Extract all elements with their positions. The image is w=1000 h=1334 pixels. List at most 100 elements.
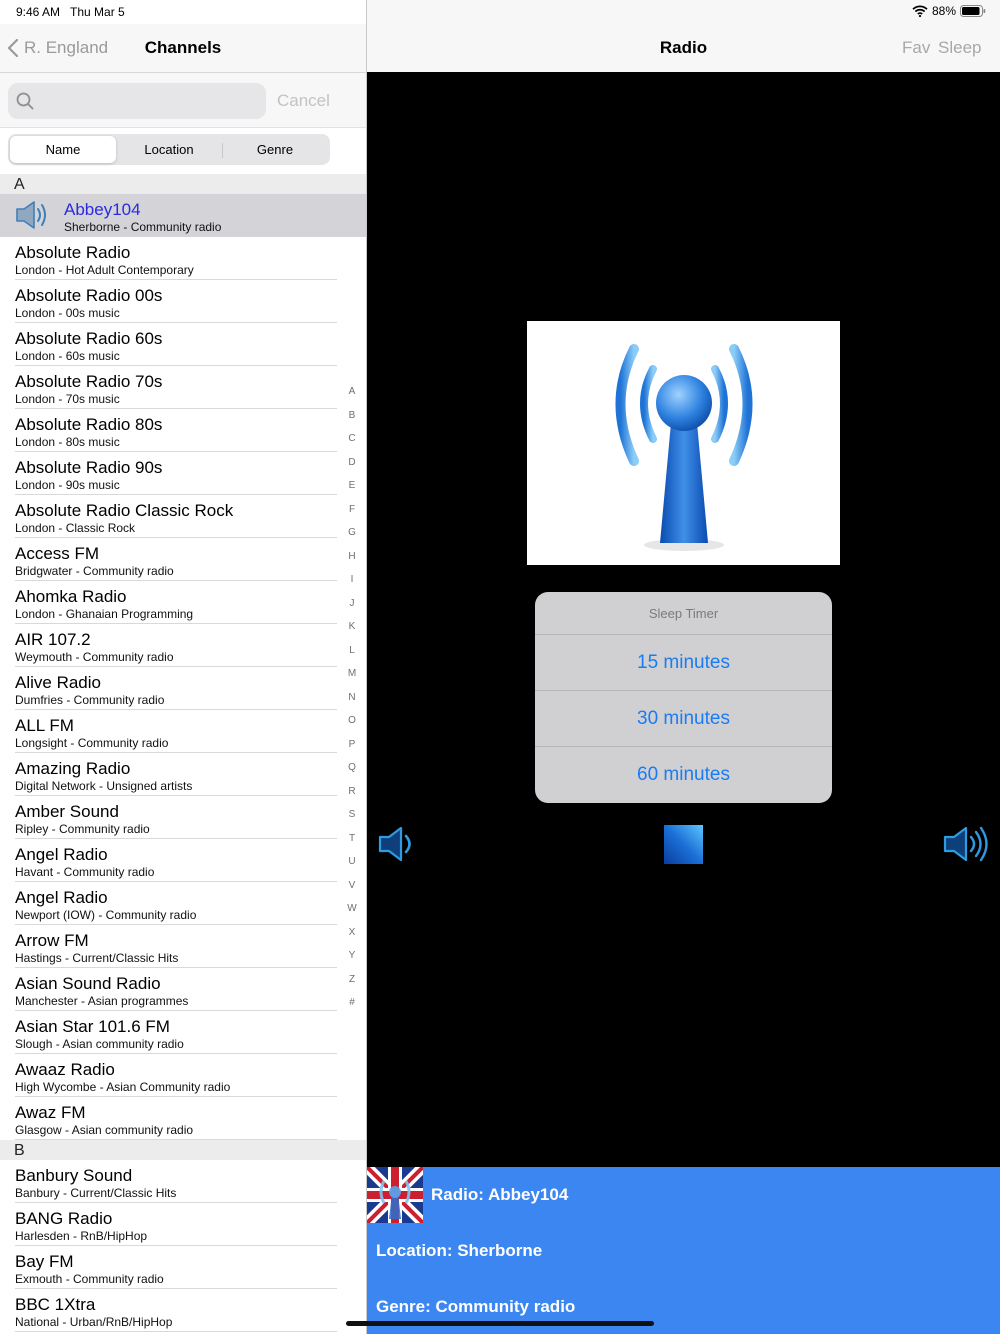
channel-name: Absolute Radio 60s: [15, 329, 163, 348]
index-letter[interactable]: G: [342, 521, 362, 545]
channels-nav-bar: R. England Channels: [0, 24, 366, 72]
channel-row[interactable]: Ahomka Radio London - Ghanaian Programmin…: [0, 581, 366, 624]
radio-antenna-icon: [615, 344, 753, 551]
channel-row[interactable]: Arrow FM Hastings - Current/Classic Hits: [0, 925, 366, 968]
channel-subtitle: London - Hot Adult Contemporary: [15, 263, 194, 277]
channel-row[interactable]: Absolute Radio 00s London - 00s music: [0, 280, 366, 323]
channel-row[interactable]: Asian Sound Radio Manchester - Asian prog…: [0, 968, 366, 1011]
index-letter[interactable]: A: [342, 380, 362, 404]
index-letter[interactable]: E: [342, 474, 362, 498]
search-field[interactable]: [8, 83, 266, 119]
index-letter[interactable]: T: [342, 827, 362, 851]
index-letter[interactable]: V: [342, 874, 362, 898]
home-indicator[interactable]: [346, 1321, 654, 1326]
channel-row[interactable]: Bay FM Exmouth - Community radio: [0, 1246, 366, 1289]
index-letter[interactable]: O: [342, 709, 362, 733]
index-letter[interactable]: K: [342, 615, 362, 639]
section-header: A: [0, 174, 366, 194]
channel-row[interactable]: AIR 107.2 Weymouth - Community radio: [0, 624, 366, 667]
channel-name: Awaaz Radio: [15, 1060, 115, 1079]
channel-name: BBC 1Xtra: [15, 1295, 96, 1314]
channels-panel: 9:46 AM Thu Mar 5 R. England Channels Ca…: [0, 0, 366, 1334]
channel-row[interactable]: Absolute Radio 80s London - 80s music: [0, 409, 366, 452]
index-letter[interactable]: F: [342, 498, 362, 522]
channel-subtitle: London - 60s music: [15, 349, 120, 363]
index-letter[interactable]: U: [342, 850, 362, 874]
channel-row[interactable]: Awaz FM Glasgow - Asian community radio: [0, 1097, 366, 1140]
index-letter[interactable]: S: [342, 803, 362, 827]
search-bar: Cancel: [0, 72, 366, 128]
channel-row[interactable]: Absolute Radio London - Hot Adult Contemp…: [0, 237, 366, 280]
index-letter[interactable]: C: [342, 427, 362, 451]
channel-row[interactable]: Amber Sound Ripley - Community radio: [0, 796, 366, 839]
index-letter[interactable]: I: [342, 568, 362, 592]
now-playing-location: Location: Sherborne: [376, 1241, 543, 1260]
channel-name: Banbury Sound: [15, 1166, 133, 1185]
sleep-timer-sheet: Sleep Timer 15 minutes 30 minutes 60 min…: [535, 592, 832, 803]
channel-name: Alive Radio: [15, 673, 101, 692]
index-letter[interactable]: L: [342, 639, 362, 663]
channel-row[interactable]: Awaaz Radio High Wycombe - Asian Communit…: [0, 1054, 366, 1097]
now-playing-genre: Genre: Community radio: [376, 1297, 576, 1316]
volume-down-button[interactable]: [377, 824, 419, 869]
index-letter[interactable]: Z: [342, 968, 362, 992]
player-panel: 88% Radio Fav Sleep Sleep Timer 15 minut…: [367, 0, 1000, 1334]
channel-row[interactable]: Amazing Radio Digital Network - Unsigned …: [0, 753, 366, 796]
channel-row[interactable]: Banbury Sound Banbury - Current/Classic H…: [0, 1160, 366, 1203]
channel-row[interactable]: Asian Star 101.6 FM Slough - Asian commun…: [0, 1011, 366, 1054]
index-letter[interactable]: J: [342, 592, 362, 616]
index-letter[interactable]: W: [342, 897, 362, 921]
channel-row[interactable]: Abbey104 Sherborne - Community radio: [0, 194, 366, 237]
channel-row[interactable]: Absolute Radio Classic Rock London - Clas…: [0, 495, 366, 538]
channel-name: Asian Sound Radio: [15, 974, 161, 993]
sleep-option-60[interactable]: 60 minutes: [535, 747, 832, 803]
index-letter[interactable]: D: [342, 451, 362, 475]
volume-up-button[interactable]: [942, 824, 990, 869]
sleep-button[interactable]: Sleep: [938, 38, 981, 58]
channel-name: Ahomka Radio: [15, 587, 127, 606]
index-letter[interactable]: Q: [342, 756, 362, 780]
index-letter[interactable]: H: [342, 545, 362, 569]
cancel-button[interactable]: Cancel: [277, 91, 330, 111]
index-letter[interactable]: N: [342, 686, 362, 710]
channel-row[interactable]: Angel Radio Havant - Community radio: [0, 839, 366, 882]
index-letter[interactable]: #: [342, 991, 362, 1015]
channel-row[interactable]: BANG Radio Harlesden - RnB/HipHop: [0, 1203, 366, 1246]
channel-row[interactable]: Absolute Radio 60s London - 60s music: [0, 323, 366, 366]
segment-name[interactable]: Name: [10, 136, 116, 163]
channel-name: Absolute Radio 00s: [15, 286, 163, 305]
sleep-option-30[interactable]: 30 minutes: [535, 691, 832, 747]
channel-row[interactable]: Alive Radio Dumfries - Community radio: [0, 667, 366, 710]
fav-button[interactable]: Fav: [902, 38, 930, 58]
section-index[interactable]: A B C D E F G H I J K L M N O P Q R S T U V W X Y Z #: [342, 380, 362, 1015]
channel-row[interactable]: ALL FM Longsight - Community radio: [0, 710, 366, 753]
battery-icon: [960, 5, 986, 17]
speaker-icon: [16, 201, 46, 229]
sleep-option-15[interactable]: 15 minutes: [535, 635, 832, 691]
segment-genre[interactable]: Genre: [222, 136, 328, 163]
channel-list: A Abbey104 Sherborne - Community radio Abso…: [0, 174, 366, 1332]
index-letter[interactable]: R: [342, 780, 362, 804]
channel-row[interactable]: Absolute Radio 70s London - 70s music: [0, 366, 366, 409]
index-letter[interactable]: Y: [342, 944, 362, 968]
channel-subtitle: Banbury - Current/Classic Hits: [15, 1186, 177, 1200]
index-letter[interactable]: P: [342, 733, 362, 757]
battery-percent: 88%: [931, 4, 956, 18]
channel-row[interactable]: Access FM Bridgwater - Community radio: [0, 538, 366, 581]
index-letter[interactable]: B: [342, 404, 362, 428]
segment-location[interactable]: Location: [116, 136, 222, 163]
channel-row[interactable]: Angel Radio Newport (IOW) - Community rad…: [0, 882, 366, 925]
stop-button[interactable]: [663, 824, 704, 865]
index-letter[interactable]: M: [342, 662, 362, 686]
channel-subtitle: Hastings - Current/Classic Hits: [15, 951, 179, 965]
channel-name: BANG Radio: [15, 1209, 113, 1228]
index-letter[interactable]: X: [342, 921, 362, 945]
station-artwork: [527, 321, 840, 565]
channel-row[interactable]: Absolute Radio 90s London - 90s music: [0, 452, 366, 495]
channel-row[interactable]: BBC 1Xtra National - Urban/RnB/HipHop: [0, 1289, 366, 1332]
search-input[interactable]: [42, 83, 262, 119]
channel-name: Absolute Radio 70s: [15, 372, 163, 391]
search-icon: [16, 92, 34, 110]
channel-name: Absolute Radio: [15, 243, 131, 262]
channel-subtitle: National - Urban/RnB/HipHop: [15, 1315, 173, 1329]
